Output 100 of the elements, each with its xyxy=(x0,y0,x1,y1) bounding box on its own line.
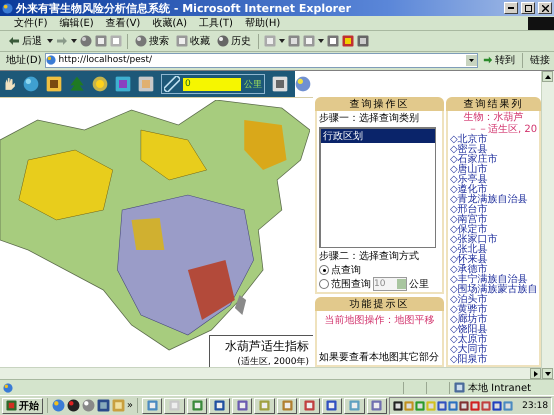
unit-label: 公里 xyxy=(244,78,262,90)
menu-item[interactable]: 查看(V) xyxy=(100,16,146,30)
back-button[interactable]: 后退 xyxy=(6,32,44,50)
result-item[interactable]: ◇饶阳县 xyxy=(450,325,537,335)
result-item[interactable]: ◇石家庄市 xyxy=(450,155,537,165)
step-label: 步骤一：选择查询类别 xyxy=(319,112,420,125)
address-field[interactable]: http://localhost/pest/ xyxy=(44,52,478,68)
window-icon xyxy=(192,400,203,411)
caret-icon xyxy=(318,39,324,43)
start-button[interactable]: 开始 xyxy=(2,398,43,414)
taskbar-button[interactable] xyxy=(322,398,342,414)
tray-icon[interactable] xyxy=(437,400,448,410)
links-button[interactable]: 链接 xyxy=(528,51,552,69)
taskbar-button[interactable] xyxy=(164,398,185,414)
window-icon xyxy=(304,400,315,411)
result-item[interactable]: ◇泊头市 xyxy=(450,295,537,305)
sun-icon[interactable] xyxy=(92,76,108,92)
menu-item[interactable]: 文件(F) xyxy=(8,16,54,30)
tray-icon[interactable] xyxy=(393,400,404,410)
search-button[interactable]: 搜索 xyxy=(133,32,171,50)
result-item[interactable]: ◇怀来县 xyxy=(450,255,537,265)
favorites-button[interactable]: 收藏 xyxy=(174,32,212,50)
panel-header: 查询结果列 xyxy=(446,97,541,111)
result-item[interactable]: ◇围场满族蒙古族自 xyxy=(450,285,537,295)
address-label: 地址(D) xyxy=(6,54,42,67)
result-item[interactable]: ◇承德市 xyxy=(450,265,537,275)
result-item[interactable]: ◇密云县 xyxy=(450,145,537,155)
current-operation: 当前地图操作：地图平移 xyxy=(324,314,436,328)
organism-label: 生物：水葫芦 xyxy=(462,112,524,124)
taskbar-button[interactable] xyxy=(209,398,230,414)
result-item[interactable]: ◇大同市 xyxy=(450,345,537,355)
close-icon xyxy=(542,4,548,12)
category-list[interactable]: 行政区划 xyxy=(319,127,436,248)
back-arrow-icon xyxy=(8,35,20,47)
result-item[interactable]: ◇乐亭县 xyxy=(450,175,537,185)
page-icon xyxy=(3,382,13,392)
taskbar-button[interactable] xyxy=(299,398,320,414)
list-item[interactable]: 行政区划 xyxy=(321,129,435,143)
result-item[interactable]: ◇唐山市 xyxy=(450,165,537,175)
tray-icon[interactable] xyxy=(492,400,502,410)
maximize-icon xyxy=(524,4,532,12)
maximize-button[interactable] xyxy=(521,2,535,14)
taskbar-button[interactable] xyxy=(276,398,298,414)
taskbar-button[interactable] xyxy=(142,398,162,414)
legend-title: 水葫芦适生指标 xyxy=(225,338,309,355)
taskbar-button[interactable] xyxy=(366,398,388,414)
page-icon xyxy=(46,55,56,65)
menu-item[interactable]: 收藏(A) xyxy=(146,16,193,30)
history-button[interactable]: 历史 xyxy=(215,32,253,50)
ruler-icon[interactable] xyxy=(164,76,180,92)
result-item[interactable]: ◇邢台市 xyxy=(450,205,537,215)
window-title: 外来有害生物风险分析信息系统 - Microsoft Internet Explorer xyxy=(16,0,352,16)
menu-item[interactable]: 工具(T) xyxy=(193,16,239,30)
result-item[interactable]: ◇张家口市 xyxy=(450,235,537,245)
logo xyxy=(528,16,554,30)
radio-button[interactable] xyxy=(319,279,329,289)
result-item[interactable]: ◇张北县 xyxy=(450,245,537,255)
result-item[interactable]: ◇遵化市 xyxy=(450,185,537,195)
vertical-scrollbar[interactable] xyxy=(541,71,554,379)
window-icon xyxy=(326,400,338,411)
taskbar-button[interactable] xyxy=(186,398,208,414)
window-icon xyxy=(282,400,293,411)
caret-icon xyxy=(279,39,285,43)
horizontal-scrollbar[interactable] xyxy=(0,367,541,379)
window-icon xyxy=(214,400,226,411)
result-item[interactable]: ◇南宫市 xyxy=(450,215,537,225)
menu-item[interactable]: 帮助(H) xyxy=(238,16,286,30)
window-icon xyxy=(348,400,360,411)
close-button[interactable] xyxy=(538,2,552,14)
panel-header: 功能提示区 xyxy=(315,297,444,311)
result-item[interactable]: ◇廊坊市 xyxy=(450,315,537,325)
right-arrow-icon[interactable] xyxy=(534,370,538,376)
taskbar-button[interactable] xyxy=(344,398,365,414)
legend-subtitle: (适生区, 2000年) xyxy=(237,356,309,367)
down-arrow-icon[interactable] xyxy=(544,372,550,376)
menu-item[interactable]: 编辑(E) xyxy=(54,16,100,30)
radio-button[interactable] xyxy=(319,265,329,275)
more-button[interactable]: » xyxy=(126,400,134,411)
arrow-icon xyxy=(483,55,493,65)
caret-icon xyxy=(47,39,53,43)
zone-label: 本地 Intranet xyxy=(468,382,532,394)
minimize-icon xyxy=(508,7,514,9)
result-item[interactable]: ◇丰宁满族自治县 xyxy=(450,275,537,285)
result-item[interactable]: ◇黄骅市 xyxy=(450,305,537,315)
result-item[interactable]: ◇太原市 xyxy=(450,335,537,345)
browser-icon xyxy=(2,2,13,14)
taskbar-button[interactable] xyxy=(232,398,252,414)
up-arrow-icon[interactable] xyxy=(544,74,550,78)
go-button[interactable]: 转到 xyxy=(481,51,517,69)
distance-field[interactable]: 0 xyxy=(183,78,241,90)
minimize-button[interactable] xyxy=(504,2,518,14)
clock: 23:18 xyxy=(522,400,548,410)
tray-icon[interactable] xyxy=(459,400,470,410)
taskbar-button[interactable] xyxy=(254,398,275,414)
window-icon xyxy=(146,400,158,411)
result-item[interactable]: ◇青龙满族自治县 xyxy=(450,195,537,205)
result-item[interactable]: ◇保定市 xyxy=(450,225,537,235)
result-item[interactable]: ◇北京市 xyxy=(450,135,537,145)
result-item[interactable]: ◇阳泉市 xyxy=(450,355,537,365)
unit-label: 公里 xyxy=(409,278,429,291)
